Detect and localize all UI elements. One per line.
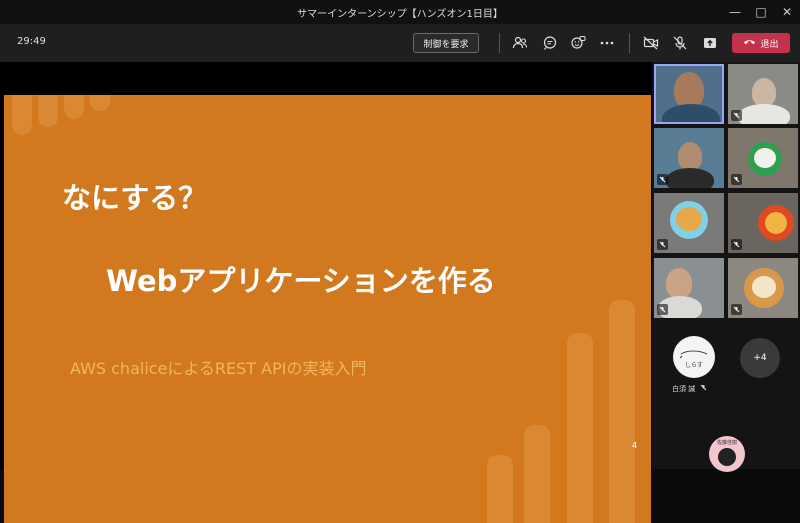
muted-mic-icon [731, 304, 742, 315]
chat-icon[interactable] [539, 32, 561, 54]
leave-button[interactable]: 退出 [732, 33, 790, 53]
close-icon[interactable]: ✕ [774, 0, 800, 24]
slide-decoration [524, 425, 550, 523]
participant-tile[interactable] [728, 64, 798, 124]
participant-video [752, 78, 776, 106]
participant-tile[interactable] [728, 258, 798, 318]
lion-avatar [765, 212, 787, 234]
muted-mic-icon [657, 239, 668, 250]
slide-subtitle: AWS chaliceによるREST APIの実装入門 [70, 359, 367, 378]
participant-video [666, 168, 714, 188]
participant-tile[interactable] [728, 193, 798, 253]
reactions-icon[interactable] [567, 32, 589, 54]
participant-tile[interactable] [654, 193, 724, 253]
participant-avatar-label: 佐藤佳樹 [716, 440, 737, 446]
leave-label: 退出 [760, 39, 779, 50]
participant-tile[interactable] [654, 64, 724, 124]
slide-decoration [90, 95, 110, 111]
muted-mic-icon [731, 239, 742, 250]
window-controls: — □ ✕ [722, 0, 800, 24]
muted-mic-icon [700, 384, 707, 393]
mic-off-icon[interactable] [669, 32, 691, 54]
presentation-slide: なにする？ Webアプリケーションを作る AWS chaliceによるREST … [4, 95, 651, 523]
slide-decoration [38, 95, 58, 127]
participant-video [666, 268, 692, 298]
participant-avatar[interactable]: 佐藤佳樹 [709, 436, 745, 472]
camera-off-icon[interactable] [640, 32, 662, 54]
participant-video [674, 72, 704, 108]
slide-decoration [487, 455, 513, 523]
participant-video [738, 104, 790, 124]
request-control-button[interactable]: 制御を要求 [413, 33, 479, 53]
slide-decoration [567, 333, 593, 523]
lion-avatar [676, 207, 702, 231]
muted-mic-icon [657, 174, 668, 185]
slide-heading: なにする？ [62, 181, 208, 215]
shared-screen-stage: なにする？ Webアプリケーションを作る AWS chaliceによるREST … [0, 62, 652, 523]
slide-decoration [12, 95, 32, 135]
share-tray-icon[interactable] [699, 32, 721, 54]
slide-decoration [64, 95, 84, 119]
muted-mic-icon [731, 174, 742, 185]
self-avatar-text: しらす [685, 362, 703, 369]
participant-tile[interactable] [728, 128, 798, 188]
self-name: 白須 誠 [672, 384, 707, 394]
more-participants-button[interactable]: +4 [740, 338, 780, 378]
phone-icon [743, 37, 756, 49]
meeting-timer: 29:49 [17, 36, 46, 47]
more-options-icon[interactable] [596, 32, 618, 54]
participant-video [678, 142, 702, 170]
toolbar-divider [629, 33, 630, 53]
cat-avatar [754, 148, 776, 168]
participant-tile[interactable] [654, 258, 724, 318]
participant-avatar-art [718, 448, 736, 466]
window-title: サマーインターンシップ【ハンズオン1日目】 [297, 8, 503, 20]
slide-main-text: Webアプリケーションを作る [106, 264, 496, 298]
title-bar: サマーインターンシップ【ハンズオン1日目】 — □ ✕ [0, 0, 800, 24]
meeting-toolbar: 29:49 制御を要求 退出 [0, 24, 800, 62]
self-avatar[interactable]: しらす [673, 336, 715, 378]
chipmunk-avatar [752, 276, 776, 298]
toolbar-divider [499, 33, 500, 53]
slide-page-number: 4 [632, 441, 638, 450]
muted-mic-icon [731, 110, 742, 121]
self-name-label: 白須 誠 [672, 385, 696, 393]
participant-video [662, 104, 720, 122]
maximize-icon[interactable]: □ [748, 0, 774, 24]
people-icon[interactable] [509, 32, 531, 54]
slide-decoration [609, 300, 635, 523]
muted-mic-icon [657, 304, 668, 315]
participant-tile[interactable] [654, 128, 724, 188]
minimize-icon[interactable]: — [722, 0, 748, 24]
